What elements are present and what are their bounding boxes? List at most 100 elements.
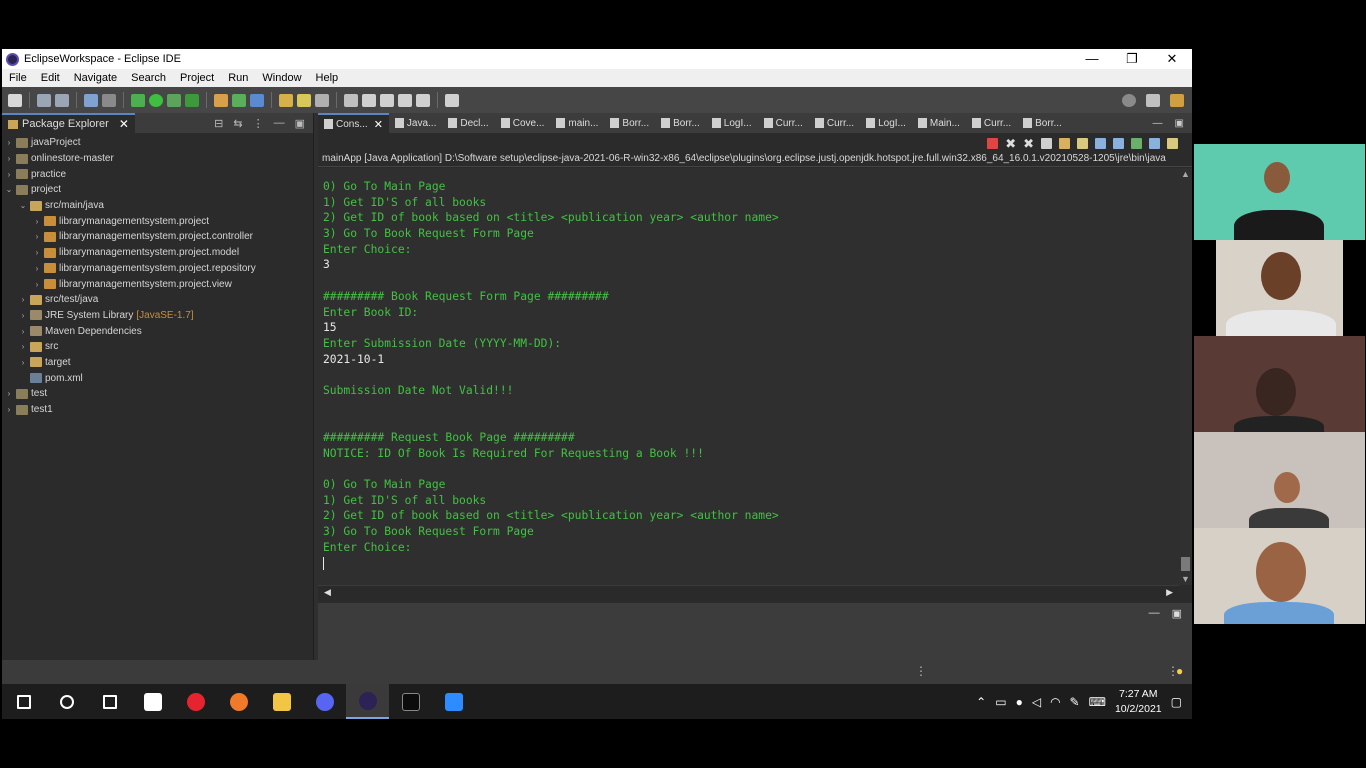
tree-item[interactable]: ⌄ src/main/java xyxy=(2,198,313,214)
scrollbar-thumb[interactable] xyxy=(1181,557,1190,571)
keyboard-icon[interactable]: ⌨ xyxy=(1089,695,1106,709)
scroll-down-icon[interactable]: ▼ xyxy=(1179,573,1192,585)
tab-editor[interactable]: LogI... xyxy=(706,113,758,133)
chevron-right-icon[interactable]: › xyxy=(4,389,14,398)
tree-item[interactable]: › test xyxy=(2,386,313,402)
minimize-view-icon[interactable]: — xyxy=(1149,607,1160,620)
new-icon[interactable] xyxy=(8,93,22,107)
show-console-on-stderr-icon[interactable] xyxy=(1113,137,1124,149)
tab-editor[interactable]: Decl... xyxy=(442,113,494,133)
chevron-right-icon[interactable]: › xyxy=(32,217,42,226)
terminate-icon[interactable] xyxy=(987,137,999,149)
tree-item[interactable]: › src/test/java xyxy=(2,292,313,308)
tree-item[interactable]: › target xyxy=(2,355,313,371)
open-perspective-icon[interactable] xyxy=(1146,93,1160,107)
maximize-view-icon[interactable]: ▣ xyxy=(295,117,305,130)
scroll-up-icon[interactable]: ▲ xyxy=(1179,168,1192,180)
restore-button[interactable]: ❐ xyxy=(1112,49,1152,69)
tab-editor[interactable]: Main... xyxy=(912,113,966,133)
minimize-button[interactable]: — xyxy=(1072,49,1112,69)
video-tile-participant-5[interactable] xyxy=(1194,528,1365,624)
tab-editor[interactable]: Curr... xyxy=(809,113,860,133)
tab-editor[interactable]: Curr... xyxy=(758,113,809,133)
tab-editor[interactable]: Cove... xyxy=(495,113,551,133)
taskbar-store-button[interactable] xyxy=(131,684,174,719)
external-tools-icon[interactable] xyxy=(185,93,199,107)
chevron-down-icon[interactable]: ⌄ xyxy=(18,201,28,210)
tree-item[interactable]: › librarymanagementsystem.project xyxy=(2,213,313,229)
menu-file[interactable]: File xyxy=(2,72,34,84)
forward-icon[interactable] xyxy=(380,93,394,107)
display-selected-console-icon[interactable] xyxy=(1149,137,1160,149)
search-toolbar-icon[interactable] xyxy=(315,93,329,107)
tree-item[interactable]: › src xyxy=(2,339,313,355)
tab-editor[interactable]: Borr... xyxy=(1017,113,1068,133)
console-cursor-line[interactable] xyxy=(323,556,1179,572)
menu-search[interactable]: Search xyxy=(124,72,173,84)
run-icon[interactable] xyxy=(149,93,163,107)
prev-edit-icon[interactable] xyxy=(398,93,412,107)
tip-bulb-icon[interactable]: ● xyxy=(1176,664,1183,678)
microphone-icon[interactable]: ● xyxy=(1016,695,1023,709)
remove-launch-icon[interactable]: ✖ xyxy=(1005,137,1016,150)
chevron-right-icon[interactable]: › xyxy=(18,342,28,351)
open-task-icon[interactable] xyxy=(297,93,311,107)
tree-item[interactable]: › javaProject xyxy=(2,135,313,151)
tab-editor[interactable]: Java... xyxy=(389,113,442,133)
maximize-view-icon[interactable]: ▣ xyxy=(1175,118,1184,129)
taskbar-search-button[interactable] xyxy=(45,684,88,719)
menu-run[interactable]: Run xyxy=(221,72,255,84)
menu-project[interactable]: Project xyxy=(173,72,221,84)
chevron-right-icon[interactable]: › xyxy=(32,264,42,273)
chevron-right-icon[interactable]: › xyxy=(4,138,14,147)
taskbar-opera-button[interactable] xyxy=(174,684,217,719)
close-button[interactable]: ✕ xyxy=(1152,49,1192,69)
tree-item[interactable]: › librarymanagementsystem.project.reposit… xyxy=(2,261,313,277)
tree-item[interactable]: ⌄ project xyxy=(2,182,313,198)
tree-item[interactable]: › practice xyxy=(2,166,313,182)
close-icon[interactable]: ✕ xyxy=(374,118,383,131)
taskbar-task-view-button[interactable] xyxy=(88,684,131,719)
menu-window[interactable]: Window xyxy=(255,72,308,84)
open-type-icon[interactable] xyxy=(279,93,293,107)
new-package-icon[interactable] xyxy=(232,93,246,107)
wifi-icon[interactable]: ◠ xyxy=(1050,695,1060,709)
chevron-right-icon[interactable]: › xyxy=(4,170,14,179)
pin-editor-icon[interactable] xyxy=(445,93,459,107)
collapse-all-icon[interactable]: ⊟ xyxy=(214,117,223,130)
terminal-toolbar-icon[interactable] xyxy=(84,93,98,107)
tab-editor[interactable]: Cons... ✕ xyxy=(318,113,389,133)
chevron-down-icon[interactable]: ⌄ xyxy=(4,185,14,194)
minimize-view-icon[interactable]: — xyxy=(1153,118,1163,129)
menu-help[interactable]: Help xyxy=(309,72,346,84)
debug-icon[interactable] xyxy=(131,93,145,107)
tab-editor[interactable]: main... xyxy=(550,113,604,133)
battery-icon[interactable]: ▭ xyxy=(995,695,1006,709)
scroll-right-icon[interactable]: ▶ xyxy=(1166,587,1173,598)
search-icon[interactable] xyxy=(1122,93,1136,107)
coverage-icon[interactable] xyxy=(167,93,181,107)
tab-editor[interactable]: Borr... xyxy=(604,113,655,133)
save-icon[interactable] xyxy=(37,93,51,107)
chevron-right-icon[interactable]: › xyxy=(32,232,42,241)
tree-item[interactable]: › onlinestore-master xyxy=(2,151,313,167)
tree-item[interactable]: › librarymanagementsystem.project.view xyxy=(2,276,313,292)
taskbar-discord-button[interactable] xyxy=(303,684,346,719)
horizontal-scrollbar[interactable]: ◀ ▶ xyxy=(318,585,1179,599)
skip-breakpoints-icon[interactable] xyxy=(102,93,116,107)
new-java-project-icon[interactable] xyxy=(214,93,228,107)
tree-item[interactable]: › test1 xyxy=(2,402,313,418)
notification-icon[interactable]: ▢ xyxy=(1171,695,1182,709)
chevron-right-icon[interactable]: › xyxy=(18,295,28,304)
java-perspective-icon[interactable] xyxy=(1170,93,1184,107)
tree-item[interactable]: › librarymanagementsystem.project.control… xyxy=(2,229,313,245)
taskbar-firefox-button[interactable] xyxy=(217,684,260,719)
pen-icon[interactable]: ✎ xyxy=(1070,695,1080,709)
link-with-editor-icon[interactable]: ⇆ xyxy=(233,117,242,130)
tree-item[interactable]: › JRE System Library [JavaSE-1.7] xyxy=(2,308,313,324)
clock[interactable]: 7:27 AM 10/2/2021 xyxy=(1115,687,1162,717)
close-icon[interactable]: ✕ xyxy=(119,117,129,131)
volume-icon[interactable]: ◁ xyxy=(1032,695,1041,709)
next-edit-icon[interactable] xyxy=(416,93,430,107)
video-tile-participant-4[interactable] xyxy=(1194,432,1365,528)
